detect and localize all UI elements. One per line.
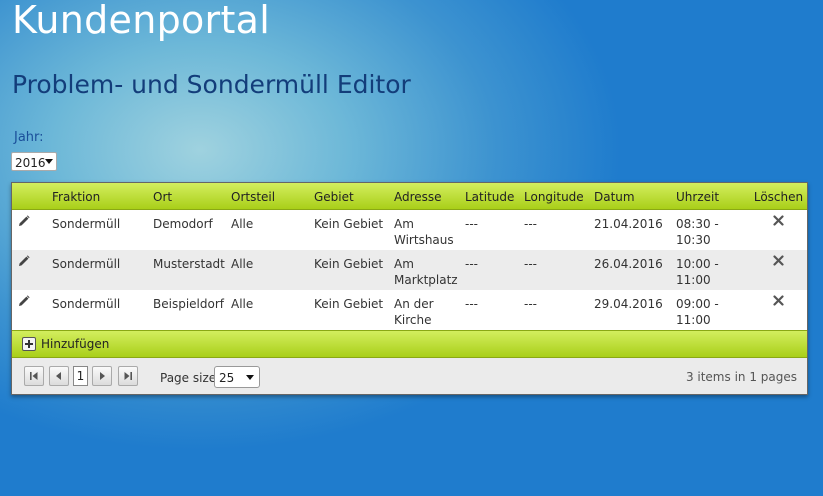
cell-datum: 29.04.2016 xyxy=(594,297,663,311)
table-row: Sondermüll Beispieldorf Alle Kein Gebiet… xyxy=(12,290,807,330)
cell-latitude: --- xyxy=(465,257,478,271)
cell-gebiet: Kein Gebiet xyxy=(314,217,384,231)
page-size-select[interactable]: 25 xyxy=(214,366,260,388)
cell-ortsteil: Alle xyxy=(231,297,254,311)
year-label: Jahr: xyxy=(14,130,44,145)
grid-header: Fraktion Ort Ortsteil Gebiet Adresse Lat… xyxy=(12,183,807,210)
pencil-icon[interactable] xyxy=(18,215,30,231)
cell-fraktion: Sondermüll xyxy=(52,217,121,231)
cell-fraktion: Sondermüll xyxy=(52,257,121,271)
cell-longitude: --- xyxy=(524,257,537,271)
year-select[interactable]: 2016 xyxy=(11,152,57,171)
cell-gebiet: Kein Gebiet xyxy=(314,297,384,311)
table-row: Sondermüll Demodorf Alle Kein Gebiet Am W… xyxy=(12,210,807,250)
last-page-icon xyxy=(124,372,132,380)
prev-page-icon xyxy=(56,372,61,380)
next-page-button[interactable] xyxy=(92,366,112,386)
close-icon[interactable] xyxy=(773,294,784,310)
current-page[interactable]: 1 xyxy=(73,366,88,386)
caret-down-icon xyxy=(246,375,254,380)
cell-uhrzeit-line1: 09:00 - xyxy=(676,297,719,311)
first-page-button[interactable] xyxy=(24,366,44,386)
column-header-edit xyxy=(12,196,48,197)
page-title: Problem- und Sondermüll Editor xyxy=(12,70,411,99)
add-button-label: Hinzufügen xyxy=(41,337,110,351)
cell-uhrzeit: 08:30 - 10:30 xyxy=(672,210,750,250)
pencil-icon[interactable] xyxy=(18,295,30,311)
cell-adresse-line1: Am xyxy=(394,257,414,271)
cell-longitude: --- xyxy=(524,217,537,231)
cell-gebiet: Kein Gebiet xyxy=(314,257,384,271)
cell-longitude: --- xyxy=(524,297,537,311)
cell-datum: 21.04.2016 xyxy=(594,217,663,231)
items-info: 3 items in 1 pages xyxy=(685,370,797,384)
plus-icon xyxy=(22,337,36,351)
cell-adresse-line2: Wirtshaus xyxy=(394,233,454,247)
toolbar: Hinzufügen xyxy=(12,330,807,358)
cell-fraktion: Sondermüll xyxy=(52,297,121,311)
first-page-icon xyxy=(30,372,38,380)
cell-uhrzeit: 10:00 - 11:00 xyxy=(672,250,750,290)
year-value: 2016 xyxy=(15,156,46,170)
cell-ortsteil: Alle xyxy=(231,217,254,231)
close-icon[interactable] xyxy=(773,214,784,230)
page-size-value: 25 xyxy=(219,371,235,385)
close-icon[interactable] xyxy=(773,254,784,270)
cell-latitude: --- xyxy=(465,297,478,311)
next-page-icon xyxy=(100,372,105,380)
cell-adresse: Am Wirtshaus xyxy=(390,210,461,250)
cell-adresse-line1: Am xyxy=(394,217,414,231)
cell-ort: Demodorf xyxy=(153,217,213,231)
data-grid: Fraktion Ort Ortsteil Gebiet Adresse Lat… xyxy=(11,182,808,395)
column-header-gebiet[interactable]: Gebiet xyxy=(310,189,390,204)
cell-uhrzeit-line2: 11:00 xyxy=(676,273,711,287)
column-header-longitude[interactable]: Longitude xyxy=(520,189,590,204)
portal-title: Kundenportal xyxy=(12,0,271,42)
cell-latitude: --- xyxy=(465,217,478,231)
cell-uhrzeit: 09:00 - 11:00 xyxy=(672,290,750,330)
cell-uhrzeit-line1: 10:00 - xyxy=(676,257,719,271)
cell-adresse: An der Kirche xyxy=(390,290,461,330)
column-header-fraktion[interactable]: Fraktion xyxy=(48,189,149,204)
column-header-datum[interactable]: Datum xyxy=(590,189,672,204)
cell-ort: Beispieldorf xyxy=(153,297,224,311)
column-header-adresse[interactable]: Adresse xyxy=(390,189,461,204)
cell-ortsteil: Alle xyxy=(231,257,254,271)
cell-uhrzeit-line1: 08:30 - xyxy=(676,217,719,231)
prev-page-button[interactable] xyxy=(49,366,69,386)
cell-ort: Musterstadt xyxy=(153,257,225,271)
caret-down-icon xyxy=(45,159,53,164)
add-button[interactable]: Hinzufügen xyxy=(22,337,109,351)
cell-adresse: Am Marktplatz xyxy=(390,250,461,290)
cell-adresse-line1: An der xyxy=(394,297,434,311)
page-size-label: Page size: xyxy=(160,371,221,385)
column-header-uhrzeit[interactable]: Uhrzeit xyxy=(672,189,750,204)
cell-uhrzeit-line2: 10:30 xyxy=(676,233,711,247)
column-header-ortsteil[interactable]: Ortsteil xyxy=(227,189,310,204)
pencil-icon[interactable] xyxy=(18,255,30,271)
column-header-loeschen: Löschen xyxy=(753,189,804,204)
column-header-ort[interactable]: Ort xyxy=(149,189,227,204)
column-header-latitude[interactable]: Latitude xyxy=(461,189,520,204)
last-page-button[interactable] xyxy=(118,366,138,386)
cell-adresse-line2: Kirche xyxy=(394,313,432,327)
pager: 1 Page size: 25 3 items in 1 pages xyxy=(12,358,807,394)
cell-adresse-line2: Marktplatz xyxy=(394,273,458,287)
cell-datum: 26.04.2016 xyxy=(594,257,663,271)
table-row: Sondermüll Musterstadt Alle Kein Gebiet … xyxy=(12,250,807,290)
cell-uhrzeit-line2: 11:00 xyxy=(676,313,711,327)
